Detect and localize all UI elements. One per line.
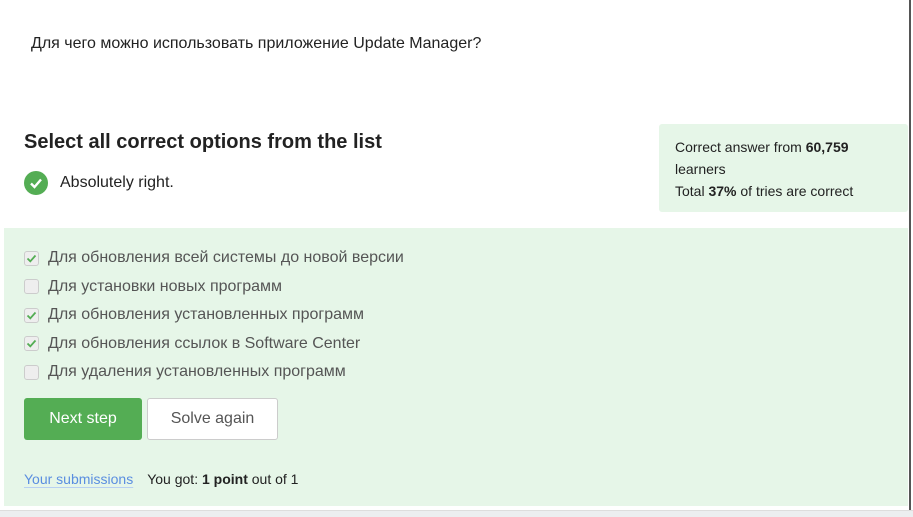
option-item[interactable]: Для обновления установленных программ	[24, 301, 404, 330]
solve-again-button[interactable]: Solve again	[147, 398, 278, 440]
checkmark-icon	[26, 340, 37, 348]
check-circle-icon	[24, 171, 48, 195]
scrollbar[interactable]	[909, 0, 911, 510]
next-step-button[interactable]: Next step	[24, 398, 142, 440]
option-label: Для установки новых программ	[48, 277, 283, 295]
option-item[interactable]: Для удаления установленных программ	[24, 358, 404, 387]
score-points: 1 point	[201, 471, 248, 487]
answer-panel: Для обновления всей системы до новой вер…	[4, 228, 908, 506]
learners-count: 60,759	[805, 139, 849, 155]
checkbox-checked[interactable]	[24, 307, 39, 323]
question-text: Для чего можно использовать приложение U…	[31, 35, 482, 52]
checkmark-icon	[26, 254, 37, 263]
footer: Your submissions You got: 1 point out of…	[24, 471, 298, 487]
option-item[interactable]: Для установки новых программ	[24, 273, 404, 302]
checkmark-icon	[26, 311, 37, 320]
score-suffix: out of 1	[247, 471, 299, 487]
stats-label: learners	[675, 161, 726, 177]
checkbox-unchecked[interactable]	[24, 279, 39, 295]
result-text: Absolutely right.	[60, 174, 174, 191]
option-item[interactable]: Для обновления всей системы до новой вер…	[24, 244, 404, 273]
option-label: Для обновления ссылок в Software Center	[48, 334, 361, 352]
score-prefix: You got:	[147, 471, 202, 487]
option-label: Для обновления установленных программ	[48, 306, 365, 324]
stats-label: Total	[675, 183, 709, 199]
score-text: You got: 1 point out of 1	[147, 471, 298, 487]
options-list: Для обновления всей системы до новой вер…	[24, 244, 404, 387]
stats-label: of tries are correct	[736, 183, 854, 199]
correct-percent: 37%	[708, 183, 737, 199]
option-item[interactable]: Для обновления ссылок в Software Center	[24, 330, 404, 359]
stats-box: Correct answer from 60,759 learners Total…	[659, 124, 908, 212]
checkbox-checked[interactable]	[24, 336, 39, 352]
stats-label: Correct answer from	[675, 139, 806, 155]
your-submissions-link[interactable]: Your submissions	[24, 471, 133, 487]
checkbox-checked[interactable]	[24, 250, 39, 266]
option-label: Для обновления всей системы до новой вер…	[48, 249, 404, 267]
checkbox-unchecked[interactable]	[24, 364, 39, 380]
instruction-heading: Select all correct options from the list	[24, 131, 382, 153]
result-status: Absolutely right.	[24, 171, 174, 195]
option-label: Для удаления установленных программ	[48, 363, 346, 381]
